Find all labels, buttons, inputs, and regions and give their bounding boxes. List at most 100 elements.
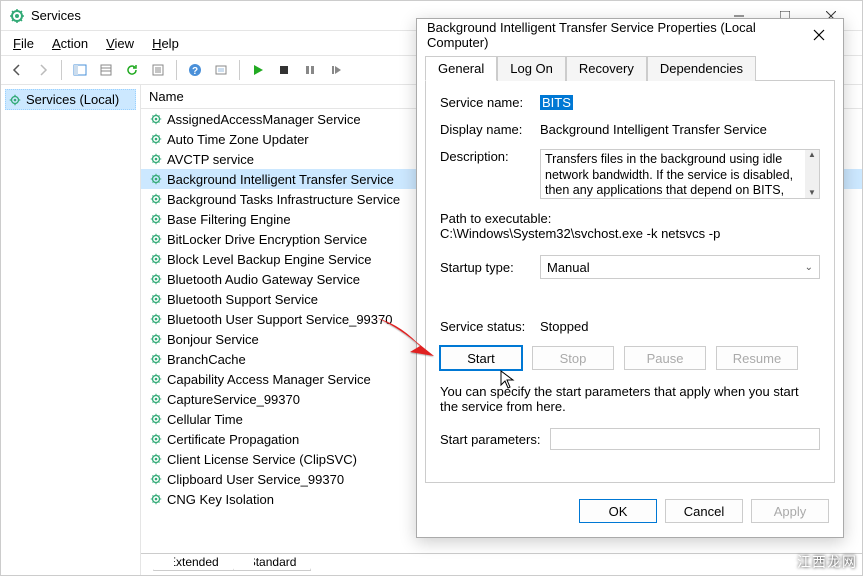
dialog-tabs: General Log On Recovery Dependencies [417,51,843,80]
label-start-params: Start parameters: [440,432,550,447]
label-startup-type: Startup type: [440,260,540,275]
menu-view[interactable]: View [98,34,142,53]
gear-icon [149,352,163,366]
value-path: C:\Windows\System32\svchost.exe -k netsv… [440,226,820,241]
export-list-button[interactable] [94,58,118,82]
pause-button: Pause [624,346,706,370]
description-scrollbar[interactable]: ▲▼ [805,150,819,198]
tab-recovery[interactable]: Recovery [566,56,647,81]
start-service-button[interactable] [246,58,270,82]
show-hide-tree-button[interactable] [68,58,92,82]
gear-icon [149,152,163,166]
refresh-button[interactable] [120,58,144,82]
service-name: Auto Time Zone Updater [167,132,309,147]
service-name: Clipboard User Service_99370 [167,472,344,487]
gear-icon [149,272,163,286]
bottom-tabs: Extended Standard [141,553,862,575]
restart-service-button[interactable] [324,58,348,82]
gear-icon [149,472,163,486]
tab-extended[interactable]: Extended [153,554,234,571]
gear-icon [149,372,163,386]
hint-text: You can specify the start parameters tha… [440,384,820,414]
label-service-name: Service name: [440,95,540,110]
service-name: CNG Key Isolation [167,492,274,507]
toolbar-separator [61,60,62,80]
service-name: BranchCache [167,352,246,367]
description-box[interactable]: Transfers files in the background using … [540,149,820,199]
general-panel: Service name: BITS Display name: Backgro… [425,80,835,483]
properties-button[interactable] [146,58,170,82]
nav-services-local[interactable]: Services (Local) [5,89,136,110]
service-name: AssignedAccessManager Service [167,112,361,127]
apply-button: Apply [751,499,829,523]
dialog-titlebar: Background Intelligent Transfer Service … [417,19,843,51]
gear-icon [149,192,163,206]
stop-service-button[interactable] [272,58,296,82]
dialog-title: Background Intelligent Transfer Service … [427,20,805,50]
label-path: Path to executable: [440,211,820,226]
menu-action[interactable]: Action [44,34,96,53]
value-service-name: BITS [540,95,820,110]
service-name: Capability Access Manager Service [167,372,371,387]
nav-pane: Services (Local) [1,85,141,575]
tab-general[interactable]: General [425,56,497,81]
toolbar-separator [239,60,240,80]
scroll-down-icon[interactable]: ▼ [808,188,816,198]
watermark: 江西龙网 [797,552,857,572]
gear-icon [149,332,163,346]
properties-dialog: Background Intelligent Transfer Service … [416,18,844,538]
menu-help[interactable]: Help [144,34,187,53]
gear-icon [149,112,163,126]
dialog-close-button[interactable] [805,21,833,49]
value-description: Transfers files in the background using … [545,152,793,199]
startup-type-combo[interactable]: Manual ⌄ [540,255,820,279]
service-name: Bonjour Service [167,332,259,347]
service-name: Base Filtering Engine [167,212,291,227]
label-display-name: Display name: [440,122,540,137]
chevron-down-icon: ⌄ [805,262,813,273]
pause-service-button[interactable] [298,58,322,82]
service-name: CaptureService_99370 [167,392,300,407]
gear-icon [149,132,163,146]
back-button[interactable] [5,58,29,82]
dialog-buttons: OK Cancel Apply [417,491,843,537]
toolbar-separator [176,60,177,80]
tab-standard[interactable]: Standard [233,554,312,571]
gear-icon [149,232,163,246]
start-params-input[interactable] [550,428,820,450]
value-display-name: Background Intelligent Transfer Service [540,122,820,137]
service-name: Bluetooth Support Service [167,292,318,307]
gear-icon [149,312,163,326]
label-service-status: Service status: [440,319,540,334]
gear-icon [149,172,163,186]
gear-icon [149,392,163,406]
cancel-button[interactable]: Cancel [665,499,743,523]
service-name: Bluetooth User Support Service_99370 [167,312,392,327]
service-name: Client License Service (ClipSVC) [167,452,357,467]
forward-button[interactable] [31,58,55,82]
toolbar-button[interactable] [209,58,233,82]
value-service-status: Stopped [540,319,820,334]
service-name: Cellular Time [167,412,243,427]
menu-file[interactable]: File [5,34,42,53]
ok-button[interactable]: OK [579,499,657,523]
service-name: Certificate Propagation [167,432,299,447]
startup-type-value: Manual [547,260,590,275]
help-button[interactable]: ? [183,58,207,82]
service-name: AVCTP service [167,152,254,167]
tab-dependencies[interactable]: Dependencies [647,56,756,81]
gear-icon [149,452,163,466]
gear-icon [149,252,163,266]
gear-icon [149,432,163,446]
service-name: Bluetooth Audio Gateway Service [167,272,360,287]
svg-text:?: ? [192,66,198,77]
tab-logon[interactable]: Log On [497,56,566,81]
start-button[interactable]: Start [440,346,522,370]
scroll-up-icon[interactable]: ▲ [808,150,816,160]
services-icon [8,93,22,107]
label-description: Description: [440,149,540,164]
nav-label: Services (Local) [26,92,119,107]
gear-icon [149,212,163,226]
service-name: BitLocker Drive Encryption Service [167,232,367,247]
service-name: Block Level Backup Engine Service [167,252,372,267]
